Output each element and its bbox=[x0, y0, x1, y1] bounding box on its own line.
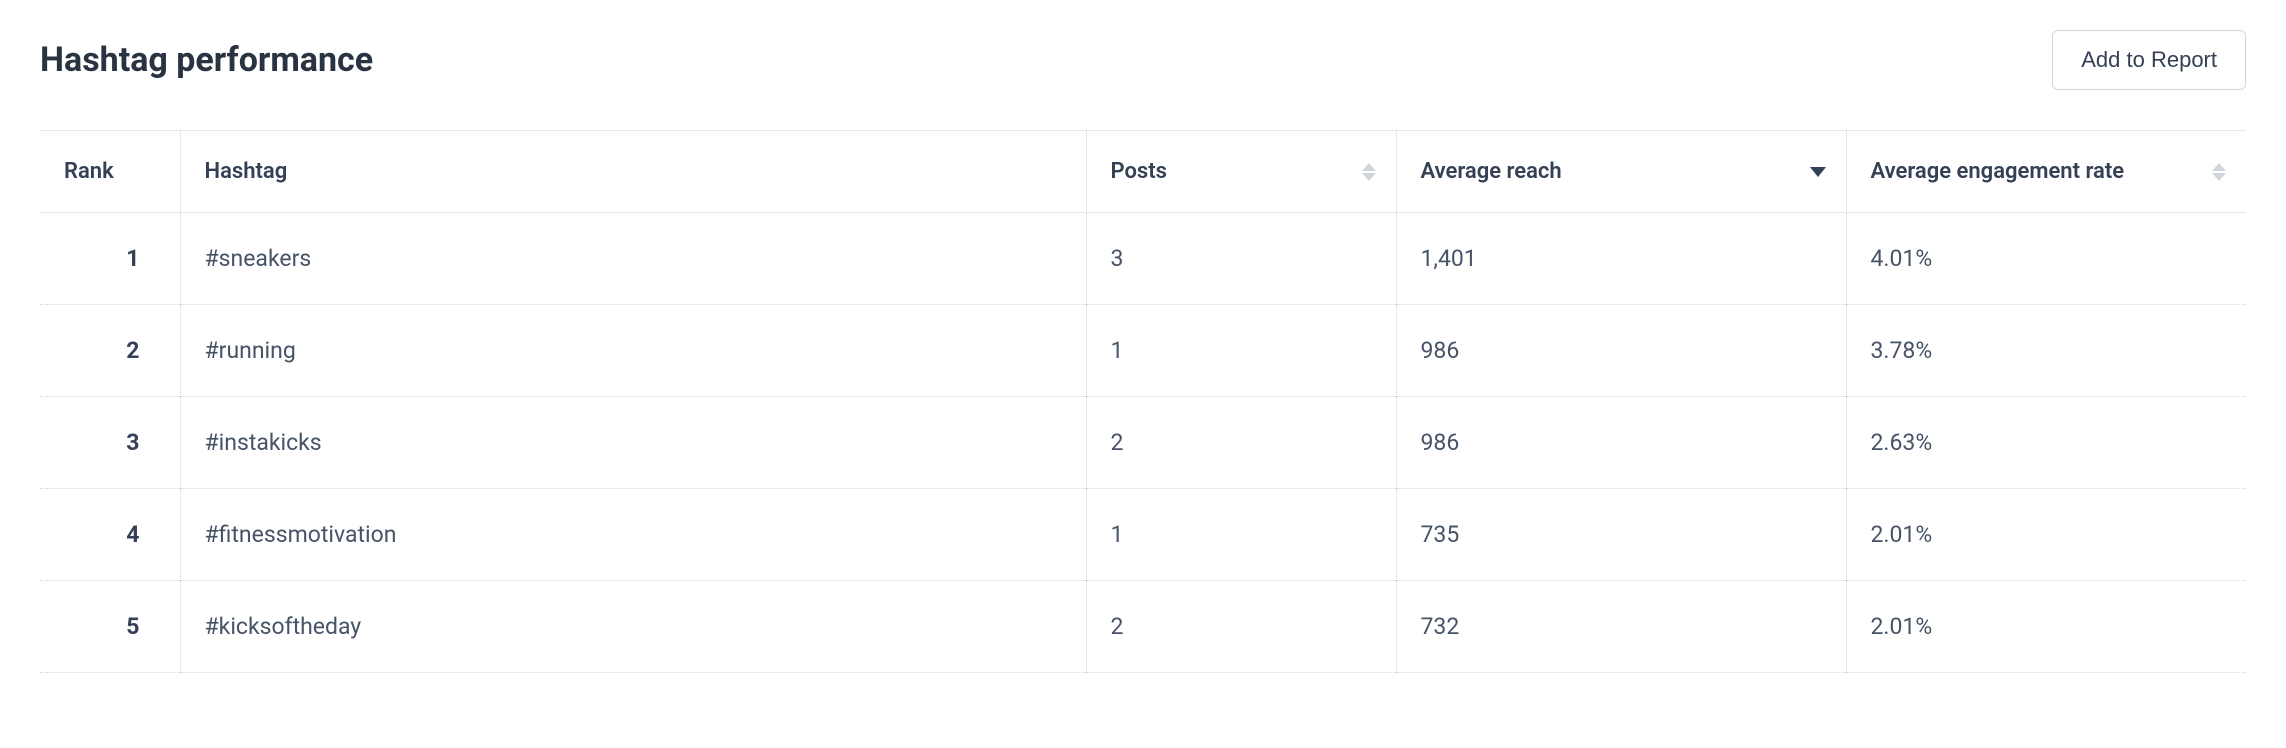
cell-hashtag: #running bbox=[180, 305, 1086, 397]
column-header-posts[interactable]: Posts bbox=[1086, 131, 1396, 213]
table-row: 2#running19863.78% bbox=[40, 305, 2246, 397]
column-header-reach[interactable]: Average reach bbox=[1396, 131, 1846, 213]
add-to-report-button[interactable]: Add to Report bbox=[2052, 30, 2246, 90]
cell-rank: 5 bbox=[40, 581, 180, 673]
column-header-hashtag[interactable]: Hashtag bbox=[180, 131, 1086, 213]
cell-reach: 986 bbox=[1396, 397, 1846, 489]
table-row: 4#fitnessmotivation17352.01% bbox=[40, 489, 2246, 581]
header: Hashtag performance Add to Report bbox=[40, 30, 2246, 90]
column-header-engagement[interactable]: Average engagement rate bbox=[1846, 131, 2246, 213]
cell-engagement: 2.01% bbox=[1846, 489, 2246, 581]
table-row: 1#sneakers31,4014.01% bbox=[40, 213, 2246, 305]
sort-up-icon bbox=[1362, 163, 1376, 171]
column-header-label: Average engagement rate bbox=[1871, 159, 2125, 184]
cell-reach: 732 bbox=[1396, 581, 1846, 673]
sort-both-icon bbox=[1362, 163, 1376, 181]
column-header-label: Posts bbox=[1111, 159, 1167, 184]
cell-engagement: 4.01% bbox=[1846, 213, 2246, 305]
sort-down-icon bbox=[1362, 173, 1376, 181]
cell-engagement: 2.63% bbox=[1846, 397, 2246, 489]
sort-up-icon bbox=[2212, 163, 2226, 171]
cell-posts: 3 bbox=[1086, 213, 1396, 305]
sort-down-icon bbox=[1810, 167, 1826, 177]
cell-rank: 2 bbox=[40, 305, 180, 397]
cell-hashtag: #fitnessmotivation bbox=[180, 489, 1086, 581]
cell-reach: 735 bbox=[1396, 489, 1846, 581]
cell-posts: 1 bbox=[1086, 489, 1396, 581]
cell-rank: 1 bbox=[40, 213, 180, 305]
cell-rank: 3 bbox=[40, 397, 180, 489]
column-header-label: Average reach bbox=[1421, 159, 1562, 184]
hashtag-performance-table: Rank Hashtag Posts Average reach bbox=[40, 130, 2246, 673]
sort-active-icon bbox=[1810, 167, 1826, 177]
cell-posts: 2 bbox=[1086, 397, 1396, 489]
cell-posts: 2 bbox=[1086, 581, 1396, 673]
column-header-label: Rank bbox=[64, 159, 114, 184]
page-title: Hashtag performance bbox=[40, 40, 373, 80]
cell-engagement: 3.78% bbox=[1846, 305, 2246, 397]
cell-hashtag: #kicksoftheday bbox=[180, 581, 1086, 673]
column-header-rank[interactable]: Rank bbox=[40, 131, 180, 213]
cell-hashtag: #instakicks bbox=[180, 397, 1086, 489]
cell-hashtag: #sneakers bbox=[180, 213, 1086, 305]
sort-both-icon bbox=[2212, 163, 2226, 181]
column-header-label: Hashtag bbox=[205, 159, 288, 184]
table-row: 5#kicksoftheday27322.01% bbox=[40, 581, 2246, 673]
cell-engagement: 2.01% bbox=[1846, 581, 2246, 673]
cell-posts: 1 bbox=[1086, 305, 1396, 397]
table-header-row: Rank Hashtag Posts Average reach bbox=[40, 131, 2246, 213]
cell-reach: 1,401 bbox=[1396, 213, 1846, 305]
cell-rank: 4 bbox=[40, 489, 180, 581]
sort-down-icon bbox=[2212, 173, 2226, 181]
table-row: 3#instakicks29862.63% bbox=[40, 397, 2246, 489]
cell-reach: 986 bbox=[1396, 305, 1846, 397]
